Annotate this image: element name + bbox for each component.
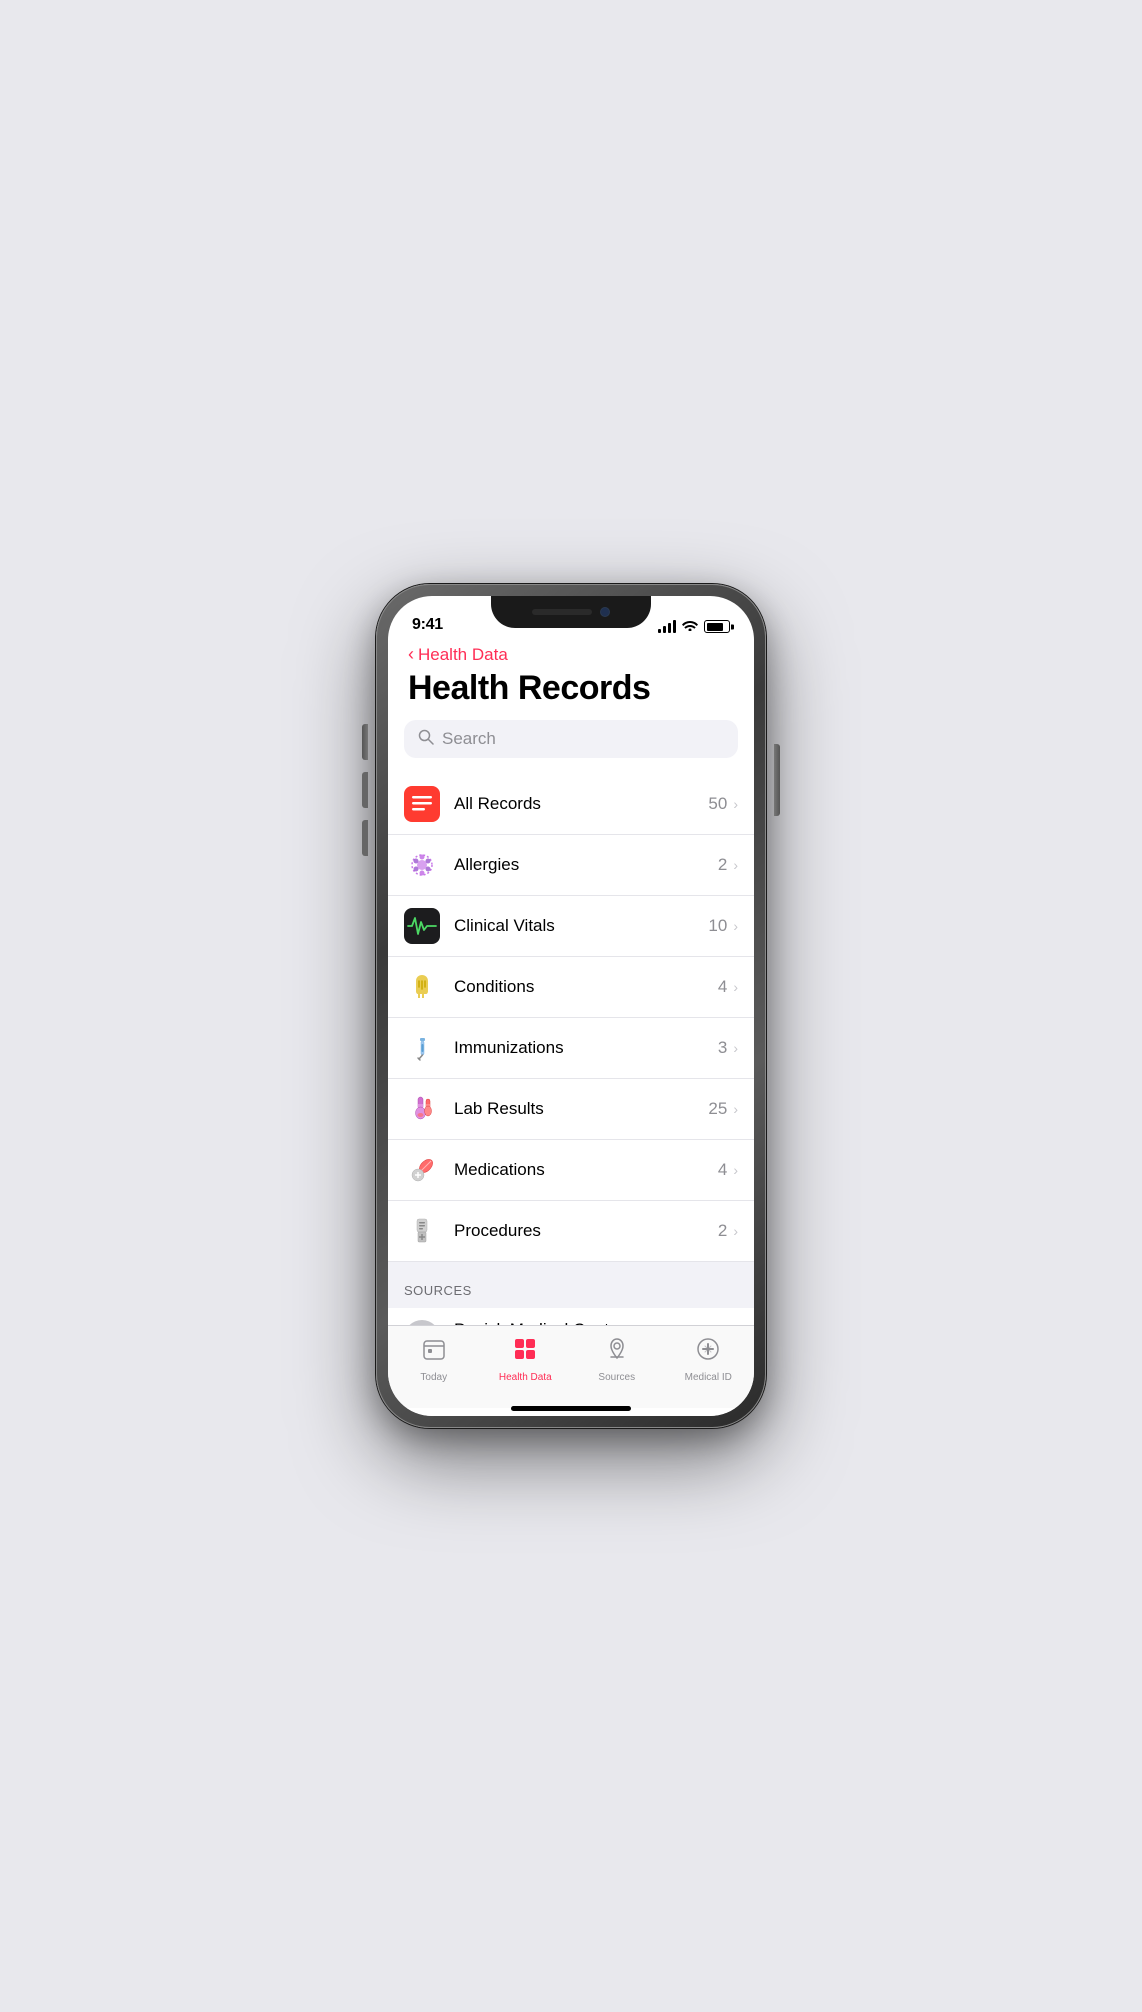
clinical-vitals-count: 10 bbox=[708, 916, 727, 936]
search-bar[interactable]: Search bbox=[404, 720, 738, 758]
phone-screen: 9:41 bbox=[388, 596, 754, 1416]
conditions-count: 4 bbox=[718, 977, 727, 997]
allergies-label: Allergies bbox=[454, 855, 718, 875]
list-item-clinical-vitals[interactable]: Clinical Vitals 10 › bbox=[388, 896, 754, 957]
speaker bbox=[532, 609, 592, 615]
wifi-icon bbox=[682, 619, 698, 634]
medications-label: Medications bbox=[454, 1160, 718, 1180]
lab-results-icon bbox=[404, 1091, 440, 1127]
tab-medical-id[interactable]: Medical ID bbox=[678, 1336, 738, 1383]
phone-frame: 9:41 bbox=[376, 584, 766, 1428]
conditions-chevron-icon: › bbox=[733, 979, 738, 995]
signal-icon bbox=[658, 620, 676, 633]
immunizations-count: 3 bbox=[718, 1038, 727, 1058]
source-item-penick[interactable]: P Penick Medical Center My Patient Porta… bbox=[388, 1308, 754, 1325]
sources-section-header: SOURCES bbox=[388, 1262, 754, 1308]
medications-count: 4 bbox=[718, 1160, 727, 1180]
allergies-icon bbox=[404, 847, 440, 883]
list-item-conditions[interactable]: Conditions 4 › bbox=[388, 957, 754, 1018]
today-tab-label: Today bbox=[420, 1372, 447, 1383]
search-icon bbox=[418, 729, 434, 749]
back-nav[interactable]: ‹ Health Data bbox=[388, 640, 754, 665]
today-icon bbox=[421, 1336, 447, 1369]
immunizations-chevron-icon: › bbox=[733, 1040, 738, 1056]
medical-id-tab-label: Medical ID bbox=[685, 1372, 732, 1383]
tab-health-data[interactable]: Health Data bbox=[495, 1336, 555, 1383]
list-item-all-records[interactable]: All Records 50 › bbox=[388, 774, 754, 835]
procedures-chevron-icon: › bbox=[733, 1223, 738, 1239]
medications-chevron-icon: › bbox=[733, 1162, 738, 1178]
list-item-lab-results[interactable]: Lab Results 25 › bbox=[388, 1079, 754, 1140]
all-records-chevron-icon: › bbox=[733, 796, 738, 812]
health-data-icon bbox=[512, 1336, 538, 1369]
clinical-vitals-icon bbox=[404, 908, 440, 944]
tab-today[interactable]: Today bbox=[404, 1336, 464, 1383]
back-chevron-icon: ‹ bbox=[408, 644, 414, 665]
clinical-vitals-label: Clinical Vitals bbox=[454, 916, 708, 936]
allergies-count: 2 bbox=[718, 855, 727, 875]
immunizations-label: Immunizations bbox=[454, 1038, 718, 1058]
list-item-procedures[interactable]: Procedures 2 › bbox=[388, 1201, 754, 1262]
tab-sources[interactable]: Sources bbox=[587, 1336, 647, 1383]
procedures-icon bbox=[404, 1213, 440, 1249]
list-item-medications[interactable]: Medications 4 › bbox=[388, 1140, 754, 1201]
list-item-allergies[interactable]: Allergies 2 › bbox=[388, 835, 754, 896]
procedures-label: Procedures bbox=[454, 1221, 718, 1241]
all-records-label: All Records bbox=[454, 794, 708, 814]
all-records-icon bbox=[404, 786, 440, 822]
conditions-label: Conditions bbox=[454, 977, 718, 997]
all-records-count: 50 bbox=[708, 794, 727, 814]
lab-results-chevron-icon: › bbox=[733, 1101, 738, 1117]
sources-list: P Penick Medical Center My Patient Porta… bbox=[388, 1308, 754, 1325]
status-icons bbox=[658, 619, 730, 634]
lab-results-count: 25 bbox=[708, 1099, 727, 1119]
screen-content: ‹ Health Data Health Records Se bbox=[388, 640, 754, 1416]
lab-results-label: Lab Results bbox=[454, 1099, 708, 1119]
page-title: Health Records bbox=[388, 665, 754, 720]
records-list: All Records 50 › bbox=[388, 774, 754, 1262]
search-container: Search bbox=[388, 720, 754, 774]
medications-icon bbox=[404, 1152, 440, 1188]
search-placeholder: Search bbox=[442, 729, 496, 749]
notch bbox=[491, 596, 651, 628]
battery-icon bbox=[704, 620, 730, 633]
tab-bar: Today Health Data bbox=[388, 1325, 754, 1408]
sources-tab-label: Sources bbox=[598, 1372, 635, 1383]
sources-icon bbox=[604, 1336, 630, 1369]
camera bbox=[600, 607, 610, 617]
allergies-chevron-icon: › bbox=[733, 857, 738, 873]
home-indicator bbox=[388, 1408, 754, 1416]
list-item-immunizations[interactable]: Immunizations 3 › bbox=[388, 1018, 754, 1079]
status-time: 9:41 bbox=[412, 616, 443, 634]
scroll-area[interactable]: ‹ Health Data Health Records Se bbox=[388, 640, 754, 1325]
sources-header-label: SOURCES bbox=[404, 1283, 472, 1298]
conditions-icon bbox=[404, 969, 440, 1005]
immunizations-icon bbox=[404, 1030, 440, 1066]
health-data-tab-label: Health Data bbox=[499, 1372, 552, 1383]
clinical-vitals-chevron-icon: › bbox=[733, 918, 738, 934]
procedures-count: 2 bbox=[718, 1221, 727, 1241]
medical-id-icon bbox=[695, 1336, 721, 1369]
back-label[interactable]: Health Data bbox=[418, 645, 508, 665]
